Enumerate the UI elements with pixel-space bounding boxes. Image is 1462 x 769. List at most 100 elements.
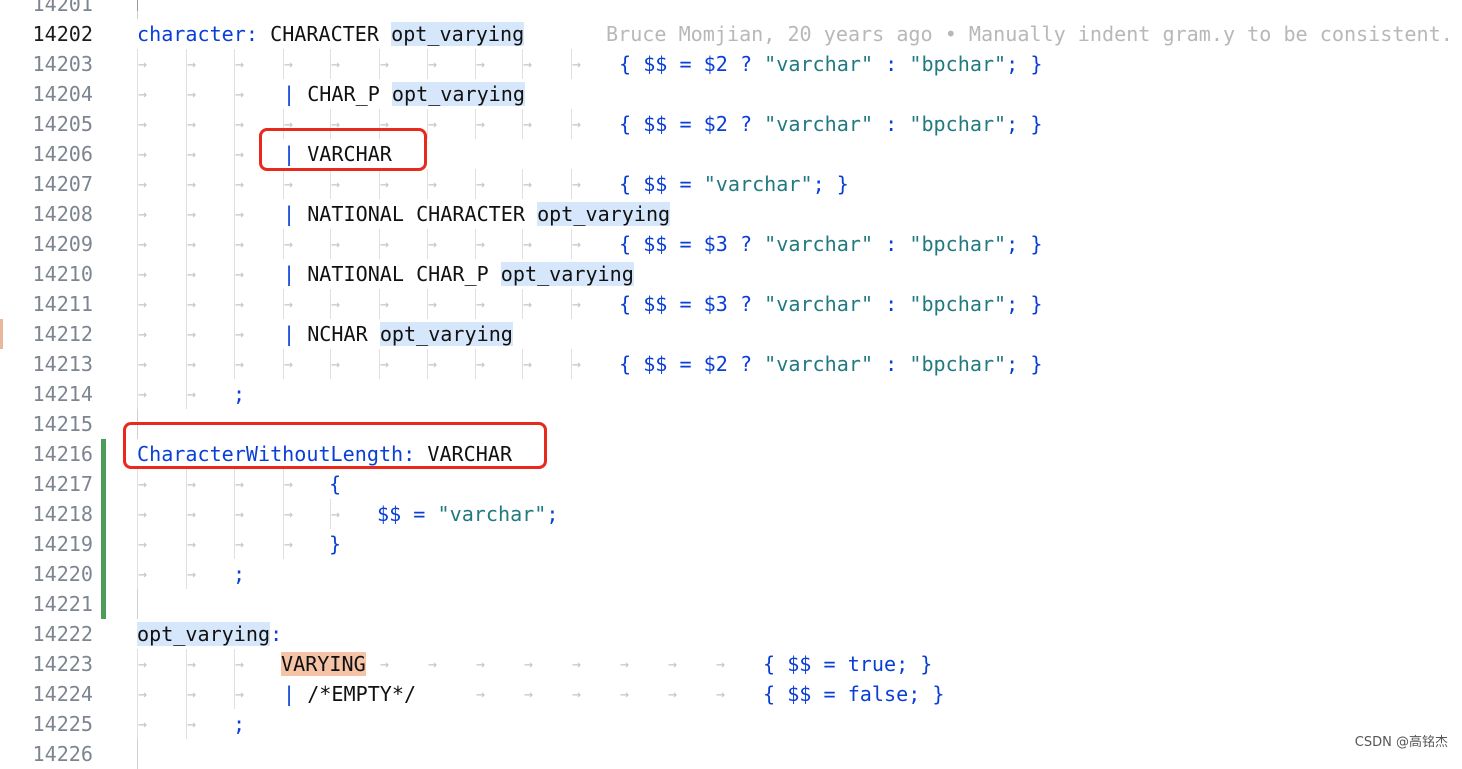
code-line[interactable]: 14219 → → → →}: [0, 529, 1462, 559]
code-line[interactable]: 14208 → → → | NATIONAL CHARACTER opt_varying: [0, 199, 1462, 229]
tab-arrow-icon: →: [428, 175, 438, 193]
code-content[interactable]: ;: [233, 559, 245, 589]
code-content[interactable]: opt_varying:: [137, 619, 282, 649]
code-line[interactable]: 14223 → → → VARYING → → → → → → → → { $$ = true; }: [0, 649, 1462, 679]
line-number: 14215: [32, 412, 94, 436]
code-content[interactable]: { $$ = "varchar"; }: [619, 169, 849, 199]
git-change-bar[interactable]: [101, 439, 106, 619]
code-token: :: [873, 112, 910, 136]
code-content[interactable]: { $$ = $3 ? "varchar" : "bpchar"; }: [619, 229, 1042, 259]
tab-arrow-icon: →: [524, 685, 534, 703]
code-line[interactable]: 14207 → → → → → → → → → → { $$ = "varchar"; }: [0, 169, 1462, 199]
code-content[interactable]: VARYING: [281, 649, 366, 679]
code-line[interactable]: 14217 → → → → {: [0, 469, 1462, 499]
tab-arrow-icon: →: [476, 235, 486, 253]
code-token: { $$ = $2 ?: [619, 52, 765, 76]
line-number: 14205: [32, 112, 94, 136]
code-content[interactable]: | NCHAR opt_varying: [283, 319, 513, 349]
code-line[interactable]: 14212 → → → | NCHAR opt_varying: [0, 319, 1462, 349]
tab-arrow-icon: →: [138, 385, 148, 403]
code-content[interactable]: | NATIONAL CHARACTER opt_varying: [283, 199, 671, 229]
tab-arrow-icon: →: [187, 265, 197, 283]
highlighted-token: opt_varying: [500, 262, 634, 286]
code-line[interactable]: 14204 → → → | CHAR_P opt_varying: [0, 79, 1462, 109]
tab-arrow-icon: →: [138, 565, 148, 583]
code-line[interactable]: 14206 → → → | VARCHAR: [0, 139, 1462, 169]
code-content[interactable]: | /*EMPTY*/: [283, 679, 416, 709]
code-line[interactable]: 14201: [0, 0, 1462, 19]
tab-arrow-icon: →: [138, 355, 148, 373]
code-line[interactable]: 14203 → → → → → → → → → → { $$ = $2 ? "varchar" : "…: [0, 49, 1462, 79]
tab-arrow-icon: →: [138, 715, 148, 733]
code-line[interactable]: 14225 → →;: [0, 709, 1462, 739]
code-token: NATIONAL CHARACTER: [307, 202, 525, 226]
code-line[interactable]: 14209 → → → → → → → → → → { $$ = $3 ? "varchar" : "…: [0, 229, 1462, 259]
code-content[interactable]: { $$ = $2 ? "varchar" : "bpchar"; }: [619, 349, 1042, 379]
code-line[interactable]: 14202 character: CHARACTER opt_varying Bru…: [0, 19, 1462, 49]
line-number: 14211: [32, 292, 94, 316]
code-content[interactable]: $$ = "varchar";: [377, 499, 559, 529]
code-line[interactable]: 14210 → → → | NATIONAL CHAR_P opt_varying: [0, 259, 1462, 289]
tab-arrow-icon: →: [620, 655, 630, 673]
tab-arrow-icon: →: [187, 475, 197, 493]
code-line[interactable]: 14205 → → → → → → → → → →{ $$ = $2 ? "varchar" : "…: [0, 109, 1462, 139]
code-content[interactable]: | NATIONAL CHAR_P opt_varying: [283, 259, 634, 289]
tab-arrow-icon: →: [187, 205, 197, 223]
code-line[interactable]: 14221: [0, 589, 1462, 619]
highlighted-token: opt_varying: [379, 322, 513, 346]
code-content[interactable]: ;: [233, 379, 245, 409]
line-number: 14218: [32, 502, 94, 526]
tab-arrow-icon: →: [187, 385, 197, 403]
code-token: { $$ =: [763, 682, 848, 706]
code-token: /*EMPTY*/: [307, 682, 417, 706]
code-content[interactable]: { $$ = $3 ? "varchar" : "bpchar"; }: [619, 289, 1042, 319]
tab-arrow-icon: →: [572, 115, 582, 133]
highlighted-token: opt_varying: [137, 622, 271, 646]
code-token: "varchar": [764, 352, 874, 376]
code-line[interactable]: 14220 → →;: [0, 559, 1462, 589]
tab-arrow-icon: →: [716, 655, 726, 673]
tab-arrow-icon: →: [284, 475, 294, 493]
tab-arrow-icon: →: [380, 295, 390, 313]
code-content[interactable]: {: [329, 469, 341, 499]
code-line[interactable]: 14224 → → → | /*EMPTY*/ → → → → → → { $$ = false; }: [0, 679, 1462, 709]
line-number: 14225: [32, 712, 94, 736]
code-content[interactable]: { $$ = $2 ? "varchar" : "bpchar"; }: [619, 109, 1042, 139]
indent-guide: [137, 739, 138, 769]
tab-arrow-icon: →: [187, 295, 197, 313]
code-action[interactable]: { $$ = true; }: [763, 649, 932, 679]
code-token: :: [873, 292, 910, 316]
code-content[interactable]: | CHAR_P opt_varying: [283, 79, 525, 109]
code-token: "varchar": [764, 112, 874, 136]
tab-arrow-icon: →: [138, 475, 148, 493]
code-content[interactable]: { $$ = $2 ? "varchar" : "bpchar"; }: [619, 49, 1042, 79]
code-token: "bpchar": [909, 292, 1007, 316]
tab-arrow-icon: →: [235, 115, 245, 133]
code-content[interactable]: character: CHARACTER opt_varying: [137, 19, 525, 49]
code-token: ;: [233, 712, 246, 736]
tab-arrow-icon: →: [187, 715, 197, 733]
git-blame-annotation[interactable]: Bruce Momjian, 20 years ago • Manually i…: [606, 19, 1453, 49]
code-line[interactable]: 14222 opt_varying:: [0, 619, 1462, 649]
tab-arrow-icon: →: [235, 325, 245, 343]
line-number: 14219: [32, 532, 94, 556]
code-line[interactable]: 14218 → → → → → $$ = "varchar";: [0, 499, 1462, 529]
tab-arrow-icon: →: [331, 295, 341, 313]
tab-arrow-icon: →: [331, 505, 341, 523]
code-line[interactable]: 14211 → → → → → → → → → → { $$ = $3 ? "varchar" : "…: [0, 289, 1462, 319]
code-action[interactable]: { $$ = false; }: [763, 679, 944, 709]
highlighted-token: opt_varying: [391, 82, 525, 106]
code-content[interactable]: ;: [233, 709, 245, 739]
git-modified-marker[interactable]: [0, 319, 3, 349]
code-token: $$ =: [377, 502, 438, 526]
code-token: |: [283, 82, 308, 106]
code-content[interactable]: }: [329, 529, 341, 559]
annotation-box-varchar: [259, 128, 427, 171]
code-line[interactable]: 14213 → → → → → → → → → → { $$ = $2 ? "varchar" : "…: [0, 349, 1462, 379]
tab-arrow-icon: →: [138, 655, 148, 673]
code-line[interactable]: 14226: [0, 739, 1462, 769]
tab-arrow-icon: →: [572, 685, 582, 703]
tab-arrow-icon: →: [476, 175, 486, 193]
code-line[interactable]: 14214 → →;: [0, 379, 1462, 409]
